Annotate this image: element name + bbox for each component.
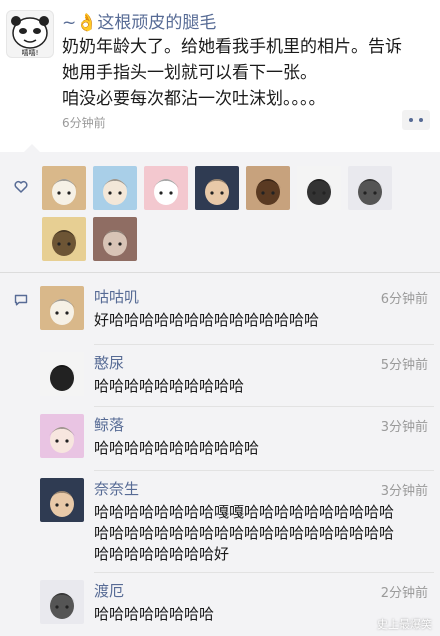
奈奈生[interactable] (40, 478, 84, 522)
panel-pointer (24, 144, 40, 152)
child-photo-avatar[interactable] (246, 166, 290, 210)
avatar-caption: 嘻嘻! (22, 48, 39, 57)
comment-bubble-icon (14, 294, 28, 306)
comment-text: 哈哈哈哈哈哈哈哈哈哈哈 (94, 438, 430, 459)
comment-time: 6分钟前 (380, 292, 428, 307)
watermark-text: 史上最爆笑 (377, 618, 432, 631)
comment-text-line: 哈哈哈哈哈哈哈哈嘎嘎哈哈哈哈哈哈哈哈哈哈 (94, 503, 395, 521)
pink-pig-avatar[interactable] (144, 166, 188, 210)
panda-meme-avatar: 嘻嘻! (11, 16, 49, 57)
more-button[interactable] (402, 110, 430, 130)
comment-text-line: 哈哈哈哈哈哈哈哈哈哈哈 (94, 439, 260, 457)
photo-person-avatar[interactable] (93, 217, 137, 261)
comment-text: 哈哈哈哈哈哈哈哈嘎嘎哈哈哈哈哈哈哈哈哈哈 哈哈哈哈哈哈哈哈哈哈哈哈哈哈哈哈哈哈哈哈… (94, 502, 430, 565)
sketch-boy-avatar[interactable] (297, 166, 341, 210)
comment-separator (94, 470, 434, 471)
commenter-name[interactable]: 咕咕叽 (94, 286, 139, 307)
author-name[interactable]: ~👌这根顽皮的腿毛 (62, 8, 216, 33)
manga-face-avatar[interactable] (348, 166, 392, 210)
comment-time: 2分钟前 (380, 586, 428, 601)
comment-text-line: 哈哈哈哈哈哈哈哈哈哈哈哈哈哈哈哈哈哈哈哈 (94, 524, 395, 542)
moments-post: 嘻嘻! ~👌这根顽皮的腿毛 奶奶年龄大了。给她看我手机里的相片。告诉 她用手指头… (0, 0, 440, 150)
comment-separator (94, 344, 434, 345)
咕咕叽[interactable] (40, 286, 84, 330)
comment-separator (94, 406, 434, 407)
渡厄[interactable] (40, 580, 84, 624)
comment-text: 哈哈哈哈哈哈哈哈哈哈 (94, 376, 430, 397)
dark-hair-boy-avatar[interactable] (195, 166, 239, 210)
commenter-name[interactable]: 憨尿 (94, 352, 124, 373)
post-text: 奶奶年龄大了。给她看我手机里的相片。告诉 她用手指头一划就可以看下一张。 咱没必… (62, 34, 430, 112)
more-dots-icon (419, 118, 423, 122)
blonde-boy-avatar[interactable] (42, 217, 86, 261)
憨尿[interactable] (40, 352, 84, 396)
commenter-name[interactable]: 鲸落 (94, 414, 124, 435)
more-dots-icon (409, 118, 413, 122)
author-avatar[interactable]: 嘻嘻! (6, 10, 54, 58)
interaction-panel: 咕咕叽 6分钟前好哈哈哈哈哈哈哈哈哈哈哈哈哈哈 憨尿 5分钟前哈哈哈哈哈哈哈哈哈哈 鲸落… (0, 144, 440, 636)
comment-time: 5分钟前 (380, 358, 428, 373)
post-text-line: 奶奶年龄大了。给她看我手机里的相片。告诉 (62, 37, 402, 57)
likes-divider (0, 272, 440, 273)
commenter-name[interactable]: 渡厄 (94, 580, 124, 601)
post-text-line: 咱没必要每次都沾一次吐沫划。。。。 (62, 89, 326, 109)
comment-separator (94, 572, 434, 573)
comment-time: 3分钟前 (380, 420, 428, 435)
鲸落[interactable] (40, 414, 84, 458)
comment-text-line: 哈哈哈哈哈哈哈哈好 (94, 545, 230, 563)
comment-text-line: 哈哈哈哈哈哈哈哈哈哈 (94, 377, 245, 395)
shiba-dog-avatar[interactable] (42, 166, 86, 210)
comment-time: 3分钟前 (380, 484, 428, 499)
post-time: 6分钟前 (62, 116, 106, 130)
comment-text: 好哈哈哈哈哈哈哈哈哈哈哈哈哈哈 (94, 310, 430, 331)
commenter-name[interactable]: 奈奈生 (94, 478, 139, 499)
comment-text-line: 好哈哈哈哈哈哈哈哈哈哈哈哈哈哈 (94, 311, 320, 329)
anime-boy-blue-avatar[interactable] (93, 166, 137, 210)
post-text-line: 她用手指头一划就可以看下一张。 (62, 63, 317, 83)
heart-outline-icon (14, 180, 28, 193)
